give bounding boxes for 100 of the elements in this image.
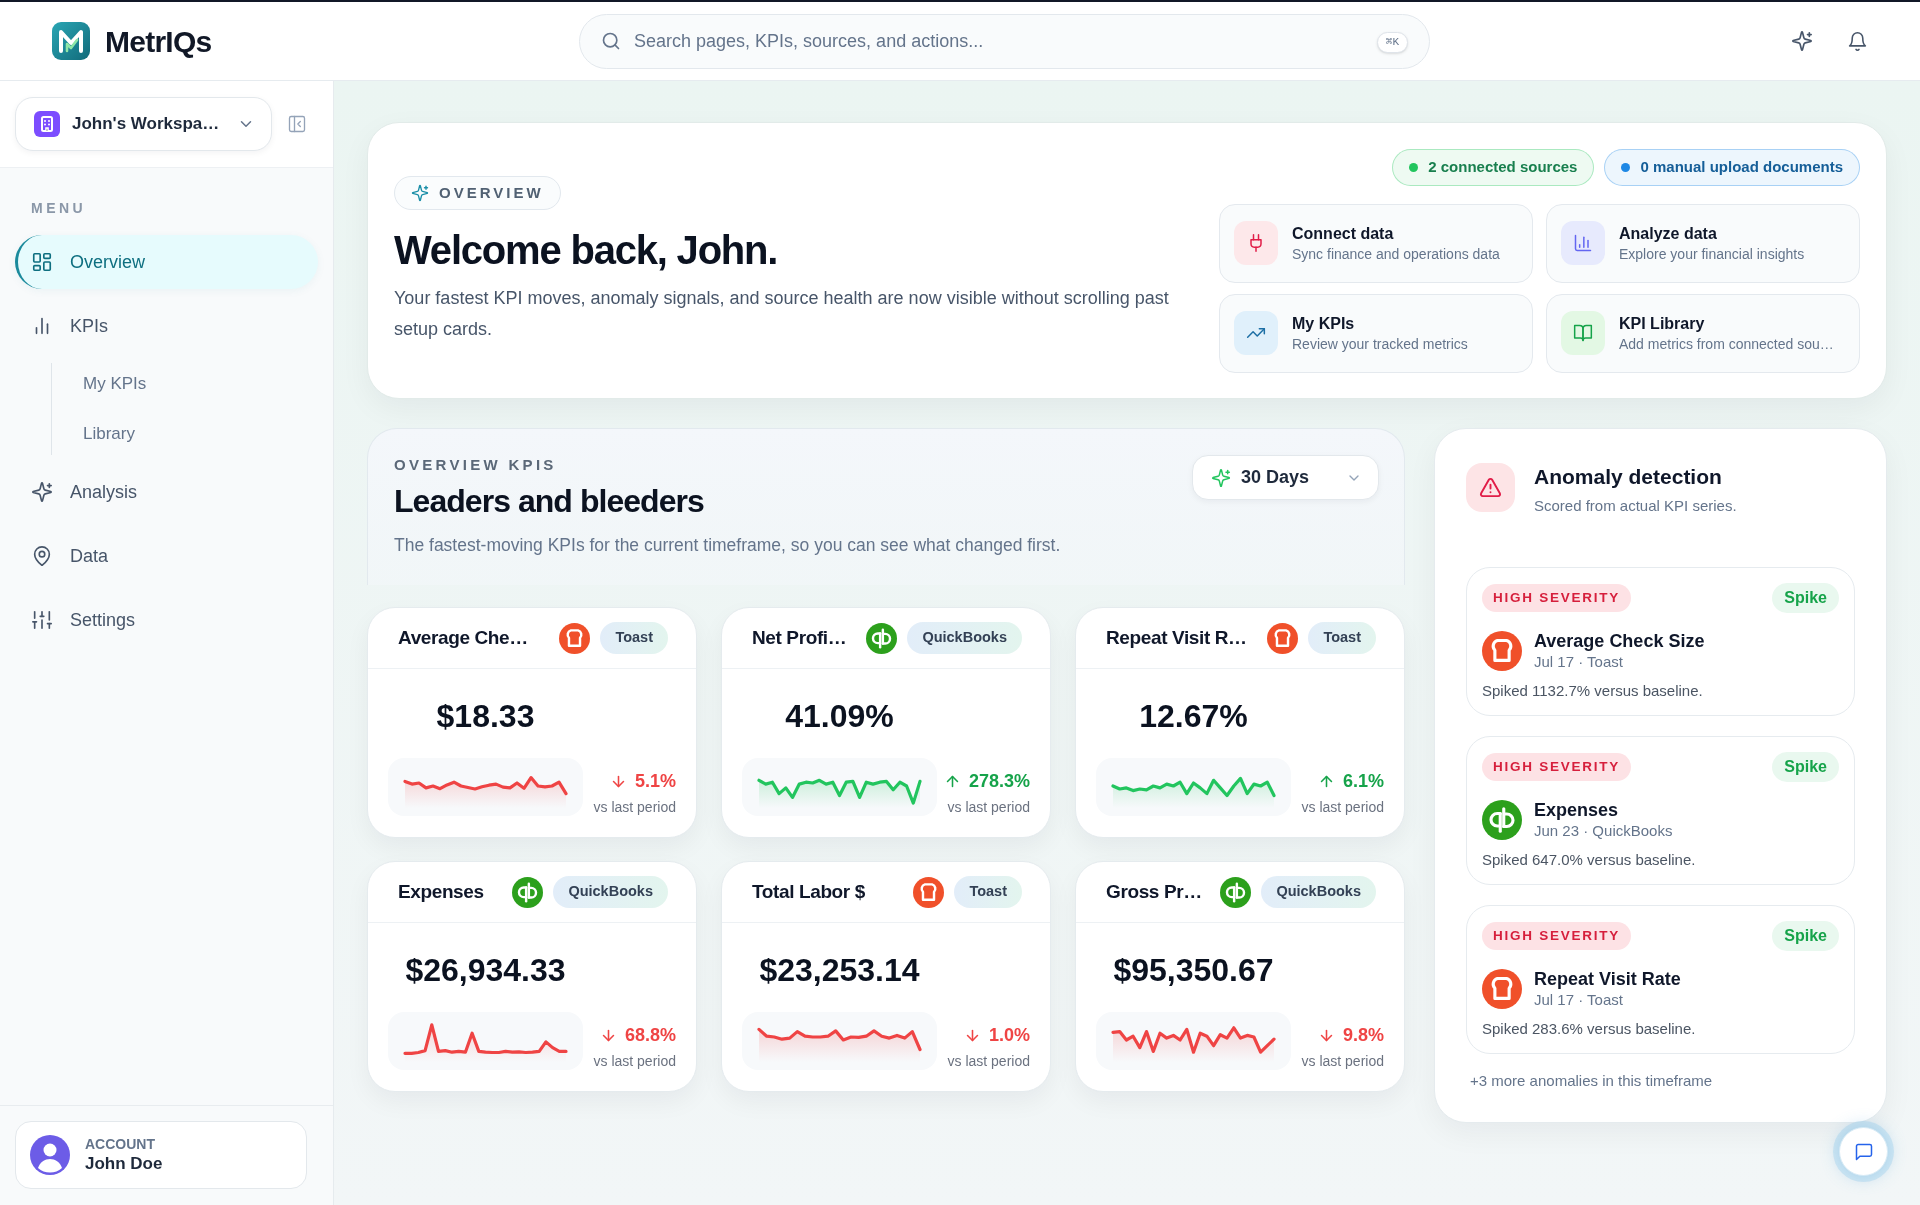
grid-icon: [31, 251, 53, 273]
anomaly-type-badge: Spike: [1772, 921, 1839, 951]
anomaly-meta: Jun 23 · QuickBooks: [1534, 821, 1673, 841]
chat-icon: [1853, 1141, 1874, 1162]
section-description: The fastest-moving KPIs for the current timeframe, so you can see what changed first.: [394, 534, 1061, 557]
kpi-caption: vs last period: [947, 798, 1030, 816]
kpi-value: $18.33: [436, 697, 535, 735]
kpi-change: 6.1%: [1317, 768, 1384, 795]
plug-icon: [1234, 221, 1278, 265]
nav-item[interactable]: Overview: [15, 235, 318, 289]
quickbooks-logo-icon: [512, 876, 544, 908]
toast-logo-icon: [1482, 969, 1522, 1009]
anomaly-title: Average Check Size: [1534, 630, 1705, 652]
warning-icon: [1466, 463, 1515, 512]
source-tag: Toast: [1308, 622, 1376, 654]
panel-title: Anomaly detection: [1534, 464, 1722, 490]
kpi-change: 1.0%: [963, 1022, 1030, 1049]
kpi-change: 9.8%: [1317, 1022, 1384, 1049]
quick-action-card[interactable]: KPI Library Add metrics from connected sou…: [1546, 293, 1860, 373]
notifications-bell-icon[interactable]: [1847, 30, 1868, 52]
anomaly-meta: Jul 17 · Toast: [1534, 990, 1623, 1010]
kpi-value: $26,934.33: [405, 951, 566, 989]
anomaly-description: Spiked 1132.7% versus baseline.: [1482, 681, 1703, 701]
sparkles-icon: [31, 481, 53, 503]
status-badge-label: 2 connected sources: [1428, 156, 1578, 177]
section-title: Leaders and bleeders: [394, 482, 704, 520]
panel-subtitle: Scored from actual KPI series.: [1534, 496, 1737, 516]
toast-logo-icon: [913, 876, 945, 908]
menu-heading: MENU: [31, 199, 87, 217]
quickbooks-logo-icon: [866, 622, 898, 654]
open-book-icon: [1561, 311, 1605, 355]
anomaly-title: Expenses: [1534, 799, 1619, 821]
welcome-title: Welcome back, John.: [394, 227, 778, 274]
source-tag: QuickBooks: [1261, 876, 1376, 908]
anomaly-meta: Jul 17 · Toast: [1534, 652, 1623, 672]
nav-subitem[interactable]: Library: [72, 413, 272, 455]
more-anomalies-note: +3 more anomalies in this timeframe: [1470, 1071, 1713, 1091]
anomaly-description: Spiked 647.0% versus baseline.: [1482, 850, 1696, 870]
account-card[interactable]: ACCOUNT John Doe: [15, 1121, 307, 1189]
quickbooks-logo-icon: [1220, 876, 1252, 908]
kpi-title: Average Che…: [398, 625, 528, 650]
nav-item[interactable]: Settings: [15, 593, 318, 647]
kpi-title: Total Labor $: [752, 879, 865, 904]
map-pin-icon: [31, 545, 53, 567]
sparkles-icon[interactable]: [1791, 30, 1813, 52]
workspace-selector[interactable]: John's Workspa…: [15, 97, 272, 151]
quickbooks-logo-icon: [1482, 800, 1522, 840]
app-name: MetrIQs: [105, 23, 212, 60]
toast-logo-icon: [1482, 631, 1522, 671]
source-tag: QuickBooks: [907, 622, 1022, 654]
app-logo-icon: [52, 22, 90, 60]
sparkles-icon: [1211, 467, 1231, 488]
quick-action-card[interactable]: My KPIs Review your tracked metrics: [1219, 293, 1533, 373]
kpi-title: Expenses: [398, 879, 484, 904]
sliders-icon: [31, 609, 53, 631]
quick-action-card[interactable]: Connect data Sync finance and operations data: [1219, 203, 1533, 283]
building-icon: [34, 111, 60, 137]
kpi-change: 278.3%: [943, 768, 1030, 795]
kpi-change: 68.8%: [599, 1022, 676, 1049]
source-tag: Toast: [954, 876, 1022, 908]
welcome-description: Your fastest KPI moves, anomaly signals, and source health are now visible without scrolling past setup cards.: [394, 287, 1170, 341]
kpi-caption: vs last period: [593, 1052, 676, 1070]
anomaly-description: Spiked 283.6% versus baseline.: [1482, 1019, 1696, 1039]
section-tag-label: OVERVIEW: [439, 182, 544, 203]
kpi-value: $95,350.67: [1113, 951, 1274, 989]
search-icon: [601, 30, 621, 51]
severity-badge: HIGH SEVERITY: [1482, 584, 1632, 612]
timeframe-dropdown[interactable]: 30 Days: [1192, 455, 1379, 500]
kpi-caption: vs last period: [1301, 798, 1384, 816]
nav-item[interactable]: Data: [15, 529, 318, 583]
anomaly-type-badge: Spike: [1772, 583, 1839, 613]
section-eyebrow: OVERVIEW KPIS: [394, 456, 557, 474]
anomaly-type-badge: Spike: [1772, 752, 1839, 782]
toast-logo-icon: [559, 622, 591, 654]
nav-subitem[interactable]: My KPIs: [72, 363, 272, 405]
source-tag: QuickBooks: [553, 876, 668, 908]
kpi-caption: vs last period: [1301, 1052, 1384, 1070]
kpi-title: Repeat Visit R…: [1106, 625, 1247, 650]
bar-chart-icon: [1561, 221, 1605, 265]
sidebar-toggle-icon[interactable]: [287, 114, 307, 134]
sparkles-icon: [411, 184, 429, 202]
kpi-value: $23,253.14: [759, 951, 920, 989]
status-badge-label: 0 manual upload documents: [1640, 156, 1843, 177]
severity-badge: HIGH SEVERITY: [1482, 753, 1632, 781]
kpi-change: 5.1%: [609, 768, 676, 795]
toast-logo-icon: [1267, 622, 1299, 654]
anomaly-title: Repeat Visit Rate: [1534, 968, 1681, 990]
severity-badge: HIGH SEVERITY: [1482, 922, 1632, 950]
kpi-caption: vs last period: [593, 798, 676, 816]
quick-action-card[interactable]: Analyze data Explore your financial insights: [1546, 203, 1860, 283]
trend-up-icon: [1234, 311, 1278, 355]
avatar-icon: [30, 1135, 70, 1175]
nav-item[interactable]: KPIs: [15, 299, 318, 353]
kpi-title: Gross Pr…: [1106, 879, 1202, 904]
kpi-caption: vs last period: [947, 1052, 1030, 1070]
kpi-value: 41.09%: [785, 697, 894, 735]
source-tag: Toast: [600, 622, 668, 654]
kpi-title: Net Profi…: [752, 625, 847, 650]
kpi-value: 12.67%: [1139, 697, 1248, 735]
nav-item[interactable]: Analysis: [15, 465, 318, 519]
